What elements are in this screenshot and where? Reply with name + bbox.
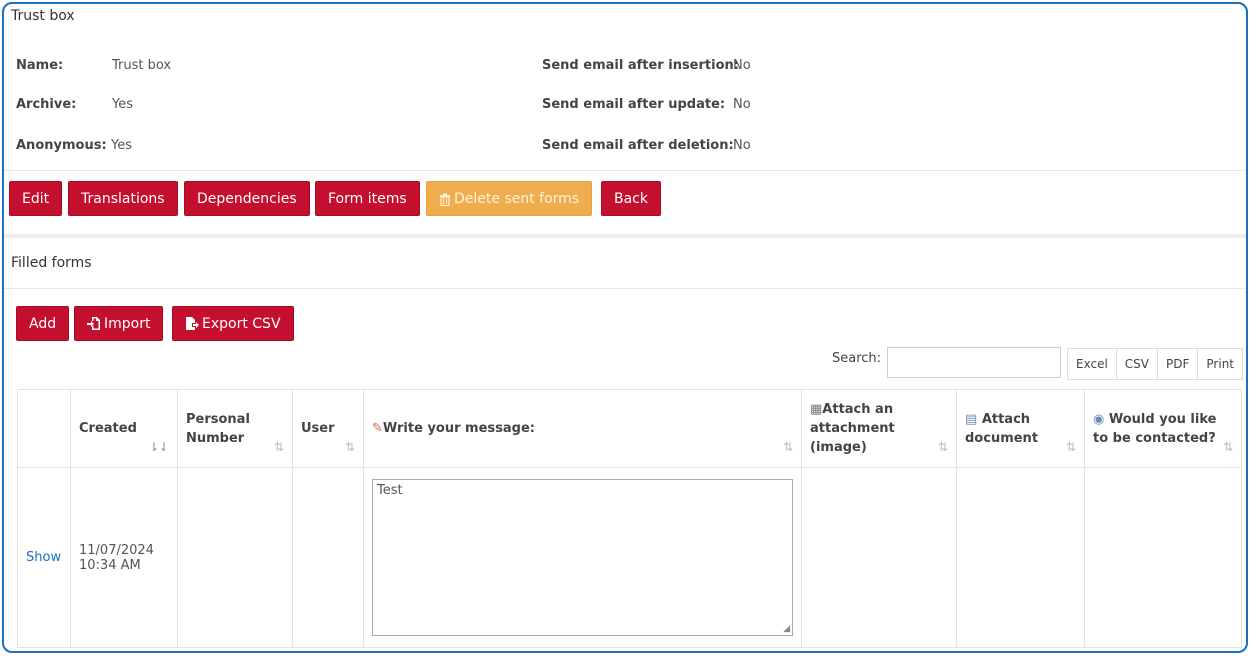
email-delete-field: Send email after deletion: No [542, 138, 751, 153]
document-icon: ▤ [965, 411, 982, 427]
sort-icon[interactable]: ⇅ [1066, 438, 1076, 457]
column-header-contacted[interactable]: ◉ Would you like to be contacted? ⇅ [1084, 389, 1242, 468]
excel-button[interactable]: Excel [1068, 349, 1117, 379]
translations-button[interactable]: Translations [68, 181, 178, 216]
name-value: Trust box [112, 58, 172, 73]
sort-icon[interactable]: ⇅ [274, 438, 284, 457]
sort-icon[interactable]: ⇅ [1223, 438, 1233, 457]
back-button[interactable]: Back [601, 181, 661, 216]
add-button[interactable]: Add [16, 306, 70, 341]
column-header-label: User [301, 421, 335, 436]
column-header-message[interactable]: ✎Write your message: ⇅ [363, 389, 802, 468]
column-header-attach-document[interactable]: ▤ Attach document ⇅ [956, 389, 1085, 468]
created-date: 11/07/2024 [79, 542, 154, 558]
email-delete-label: Send email after deletion: [542, 138, 734, 153]
name-field: Name: Trust box [16, 58, 171, 73]
show-link[interactable]: Show [26, 550, 61, 565]
message-cell: Test ◢ [363, 467, 802, 648]
page-title: Trust box [11, 8, 75, 24]
archive-field: Archive: Yes [16, 97, 133, 112]
attachment-image-cell [801, 467, 957, 648]
delete-sent-forms-button[interactable]: Delete sent forms [426, 181, 593, 216]
csv-button[interactable]: CSV [1116, 349, 1159, 379]
search-label: Search: [832, 351, 882, 366]
column-header-label: Write your message: [382, 421, 535, 436]
sort-icon[interactable]: ⇅ [938, 438, 948, 457]
divider [4, 170, 1246, 171]
message-text: Test [377, 483, 403, 498]
delete-sent-forms-label: Delete sent forms [454, 191, 580, 207]
file-import-icon [87, 316, 104, 332]
column-header-personal-number[interactable]: Personal Number ⇅ [177, 389, 293, 468]
sort-desc-icon[interactable]: ⇂⇃ [149, 438, 169, 457]
email-insert-value: No [733, 58, 751, 73]
column-header-created[interactable]: Created ⇂⇃ [70, 389, 178, 468]
column-header-label: Attach an attachment (image) [810, 402, 895, 455]
export-csv-button[interactable]: Export CSV [172, 306, 294, 341]
trash-icon [439, 191, 454, 207]
attach-document-cell [956, 467, 1085, 648]
form-items-button[interactable]: Form items [315, 181, 420, 216]
column-header-user[interactable]: User ⇅ [292, 389, 364, 468]
image-icon: ▦ [810, 402, 823, 417]
print-button[interactable]: Print [1198, 349, 1243, 379]
created-time: 10:34 AM [79, 557, 141, 573]
email-update-value: No [733, 97, 751, 112]
column-header-attachment-image[interactable]: ▦Attach an attachment (image) ⇅ [801, 389, 957, 468]
email-insert-label: Send email after insertion: [542, 58, 739, 73]
email-update-label: Send email after update: [542, 97, 726, 112]
pencil-icon: ✎ [372, 421, 383, 436]
table-header-row: Created ⇂⇃ Personal Number ⇅ User ⇅ ✎Write … [17, 389, 1242, 468]
filled-forms-title: Filled forms [11, 255, 92, 271]
import-label: Import [104, 316, 151, 332]
edit-button[interactable]: Edit [9, 181, 63, 216]
name-label: Name: [16, 58, 64, 73]
email-insert-field: Send email after insertion: No [542, 58, 751, 73]
contacted-cell [1084, 467, 1242, 648]
column-header-actions [17, 389, 71, 468]
show-cell: Show [17, 467, 71, 648]
column-header-label: Created [79, 421, 137, 436]
file-export-icon [185, 316, 202, 332]
table-row: Show 11/07/2024 10:34 AM Test ◢ [17, 467, 1242, 648]
sort-icon[interactable]: ⇅ [345, 438, 355, 457]
user-cell [292, 467, 364, 648]
dependencies-button[interactable]: Dependencies [184, 181, 310, 216]
table-export-group: Excel CSV PDF Print [1067, 348, 1244, 380]
archive-value: Yes [112, 97, 133, 112]
created-cell: 11/07/2024 10:34 AM [70, 467, 178, 648]
anonymous-value: Yes [111, 138, 132, 153]
section-divider [4, 234, 1246, 238]
email-delete-value: No [733, 138, 751, 153]
anonymous-label: Anonymous: [16, 138, 107, 153]
anonymous-field: Anonymous: Yes [16, 138, 132, 153]
pdf-button[interactable]: PDF [1158, 349, 1199, 379]
page-frame: Trust box Name: Trust box Archive: Yes A… [2, 2, 1248, 653]
divider [4, 288, 1246, 289]
radio-icon: ◉ [1093, 411, 1109, 427]
personal-number-cell [177, 467, 293, 648]
resize-handle-icon[interactable]: ◢ [783, 624, 790, 634]
import-button[interactable]: Import [74, 306, 164, 341]
export-csv-label: Export CSV [202, 316, 281, 332]
column-header-label: Would you like to be contacted? [1093, 411, 1217, 446]
filled-forms-table: Created ⇂⇃ Personal Number ⇅ User ⇅ ✎Write … [17, 389, 1242, 648]
archive-label: Archive: [16, 97, 77, 112]
message-textarea[interactable]: Test ◢ [372, 479, 793, 636]
sort-icon[interactable]: ⇅ [783, 438, 793, 457]
search-input[interactable] [887, 347, 1061, 378]
email-update-field: Send email after update: No [542, 97, 751, 112]
column-header-label: Personal Number [186, 411, 250, 446]
